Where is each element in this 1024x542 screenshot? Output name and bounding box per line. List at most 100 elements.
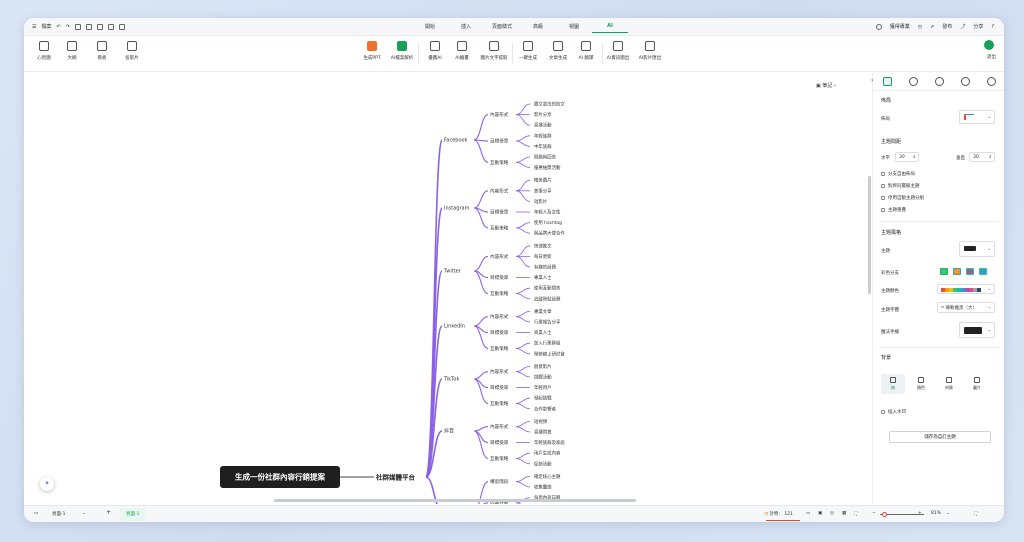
tab-view[interactable]: 視圖: [556, 23, 592, 33]
leaf-node-label[interactable]: 合作影響者: [534, 405, 557, 412]
generate-ppt-button[interactable]: 生成PPT: [356, 41, 388, 61]
print-icon[interactable]: [96, 23, 103, 30]
fullscreen-icon[interactable]: ⛶: [974, 511, 977, 517]
checkbox-free-layout[interactable]: [881, 172, 885, 176]
group-node-label[interactable]: 內容形式: [490, 111, 509, 118]
fit-screen-icon[interactable]: ⛶: [854, 511, 857, 517]
group-node-label[interactable]: 內容形式: [490, 313, 509, 320]
tab-start[interactable]: 開始: [412, 23, 448, 33]
color-branch-option[interactable]: [966, 268, 974, 275]
group-node-label[interactable]: 內容形式: [490, 253, 509, 260]
leaf-node-label[interactable]: 每日更新: [534, 253, 552, 260]
checkbox-overlap[interactable]: [881, 208, 885, 212]
horizontal-scrollbar[interactable]: [274, 499, 636, 502]
save-icon[interactable]: [85, 23, 92, 30]
stepper-icon[interactable]: ⇕: [989, 154, 992, 159]
folder-icon[interactable]: [118, 23, 125, 30]
hub-node-label[interactable]: 社群媒體平台: [376, 473, 416, 482]
leaf-node-label[interactable]: 使用互動問答: [534, 285, 561, 292]
leaf-node-label[interactable]: 精美圖片: [534, 177, 552, 184]
panel-toggle-icon[interactable]: ▭: [806, 511, 810, 516]
root-node-label[interactable]: 生成一份社群內容行銷提案: [235, 472, 325, 482]
chevron-down-icon[interactable]: ⌄: [82, 511, 86, 516]
page-tab-active[interactable]: 頁面-1: [120, 508, 146, 521]
zoom-in-icon[interactable]: +: [918, 511, 922, 516]
zoom-out-icon[interactable]: −: [872, 511, 876, 516]
leaf-node-label[interactable]: 問題與回答: [534, 154, 557, 161]
leaf-node-label[interactable]: 故事分享: [534, 187, 552, 194]
leaf-node-label[interactable]: 舉辦線上研討會: [534, 350, 565, 357]
tab-ai[interactable]: AI: [592, 23, 628, 33]
theme-color-select[interactable]: ⌄: [937, 284, 995, 294]
vertical-scrollbar[interactable]: [868, 176, 871, 294]
branch-node-label[interactable]: Instagram: [444, 206, 470, 212]
branch-node-label[interactable]: Facebook: [444, 138, 468, 144]
branch-node-label[interactable]: LinkedIn: [444, 324, 465, 330]
bg-color-button[interactable]: 顏色: [909, 374, 933, 394]
checkbox-align-level[interactable]: [881, 184, 885, 188]
redo-icon[interactable]: ↷: [66, 24, 70, 30]
group-node-label[interactable]: 內容形式: [490, 368, 509, 375]
group-node-label[interactable]: 內容形式: [490, 423, 509, 430]
leaf-node-label[interactable]: 直播活動: [534, 122, 552, 129]
style-tab-icon[interactable]: [883, 77, 892, 86]
branch-node-label[interactable]: TikTok: [443, 377, 459, 383]
tab-insert[interactable]: 插入: [448, 23, 484, 33]
horizontal-spacing-input[interactable]: 30 ⇕: [895, 152, 919, 162]
undo-icon[interactable]: ↶: [57, 24, 61, 30]
clock-icon[interactable]: ◷: [918, 24, 922, 30]
focus-icon[interactable]: ▦: [842, 511, 846, 516]
leaf-node-label[interactable]: 發起挑戰: [534, 395, 552, 402]
badge-tab-icon[interactable]: [961, 77, 970, 86]
hamburger-icon[interactable]: ☰: [32, 24, 36, 30]
leaf-node-label[interactable]: 挑戰活動: [534, 374, 552, 381]
ai-file-parse-button[interactable]: AI檔案解析: [386, 41, 418, 61]
location-tab-icon[interactable]: [935, 77, 944, 86]
theme-select[interactable]: ⌄: [959, 241, 995, 257]
export-icon[interactable]: [107, 23, 114, 30]
leaf-node-label[interactable]: 年輕用戶: [534, 384, 552, 391]
leaf-node-label[interactable]: 加入行業群組: [534, 340, 561, 347]
note-toggle[interactable]: ▣ 筆記 ‹: [816, 82, 836, 89]
collapse-panel-icon[interactable]: ›: [871, 77, 873, 84]
leaf-node-label[interactable]: 行業報告分享: [534, 319, 561, 326]
color-branch-option[interactable]: [979, 268, 987, 275]
layout-select[interactable]: ⌄: [959, 110, 995, 124]
ai-infographic-button[interactable]: AI資訊圖出: [602, 41, 634, 61]
leaf-node-label[interactable]: 與品牌大使合作: [534, 230, 565, 237]
leaf-node-label[interactable]: 年輕族群: [534, 132, 552, 139]
ai-translate-button[interactable]: AI 翻譯: [570, 41, 602, 61]
view-outline-button[interactable]: 大綱: [56, 41, 88, 61]
avatar[interactable]: [984, 40, 994, 50]
ai-paint-button[interactable]: AI繪畫: [446, 41, 478, 61]
leaf-node-label[interactable]: 創意影片: [534, 363, 552, 370]
leaf-node-label[interactable]: 年輕人及女性: [534, 209, 561, 216]
group-node-label[interactable]: 互動策略: [490, 159, 509, 166]
leaf-node-label[interactable]: 使用 hashtag: [534, 219, 562, 226]
share-button[interactable]: 分享: [973, 23, 983, 30]
stepper-icon[interactable]: ⇕: [913, 154, 916, 159]
leaf-node-label[interactable]: 收集靈感: [534, 484, 552, 491]
zoom-level[interactable]: 81%: [931, 511, 941, 516]
branch-node-label[interactable]: 抖音: [444, 428, 454, 435]
page-menu[interactable]: 頁面-1: [52, 511, 66, 517]
branch-node-label[interactable]: Twitter: [443, 269, 462, 275]
leaf-node-label[interactable]: 確定核心主題: [534, 473, 561, 480]
bg-image-button[interactable]: 圖片: [965, 374, 989, 394]
target-icon[interactable]: ◎: [830, 511, 834, 516]
leaf-node-label[interactable]: 直播帶貨: [534, 429, 552, 436]
leaf-node-label[interactable]: 專業人士: [534, 274, 552, 281]
checkbox-disable-grouping[interactable]: [881, 196, 885, 200]
leaf-node-label[interactable]: 促銷活動: [534, 460, 552, 467]
bg-texture-button[interactable]: 材質: [937, 374, 961, 394]
leaf-node-label[interactable]: 年輕族群及家庭: [534, 439, 565, 446]
page-list-icon[interactable]: ▭: [34, 511, 38, 516]
leaf-node-label[interactable]: 短視頻: [534, 418, 548, 425]
group-node-label[interactable]: 目標受眾: [490, 138, 509, 145]
watermark-checkbox[interactable]: [881, 410, 885, 414]
file-menu[interactable]: 檔案: [41, 23, 51, 30]
leaf-node-label[interactable]: 商業人士: [534, 329, 552, 336]
leaf-node-label[interactable]: 有趣的話題: [534, 264, 557, 271]
group-node-label[interactable]: 目標受眾: [490, 439, 509, 446]
leaf-node-label[interactable]: 短影片: [534, 198, 547, 205]
